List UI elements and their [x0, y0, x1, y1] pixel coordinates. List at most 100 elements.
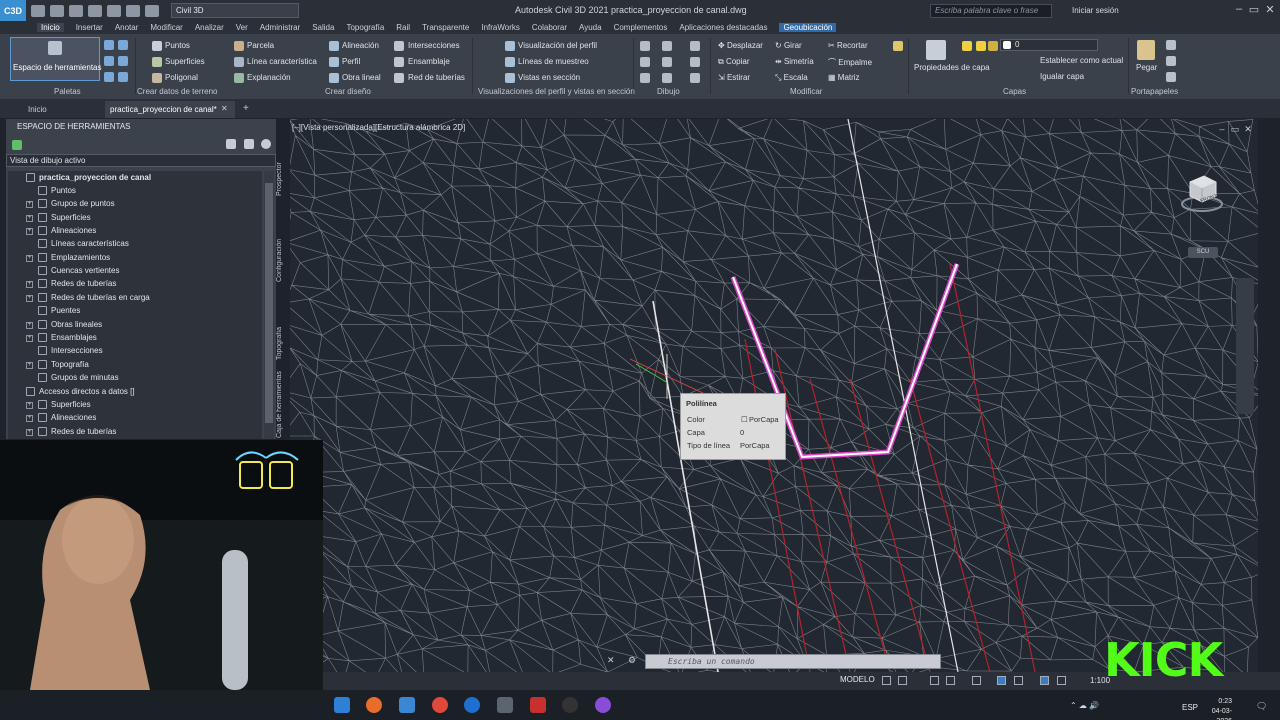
move-button[interactable]: ✥ Desplazar [718, 41, 763, 50]
app-icon[interactable] [497, 697, 513, 713]
tab-rail[interactable]: Rail [396, 23, 410, 32]
array-button[interactable]: ▦ Matriz [828, 73, 860, 82]
tab-inicio[interactable]: Inicio [37, 23, 64, 32]
tree-expand-icon[interactable]: + [26, 428, 33, 436]
intersections-button[interactable]: Intersecciones [408, 41, 460, 50]
mirror-button[interactable]: ⇹ Simetría [775, 57, 814, 66]
tree-item[interactable]: Alineaciones [38, 413, 96, 423]
tree-item[interactable]: Topografía [38, 359, 89, 369]
panel-modify[interactable]: Modificar [790, 87, 822, 96]
app-logo-icon[interactable]: C3D [0, 0, 26, 21]
tree-item[interactable]: Puntos [38, 186, 76, 195]
palette-icon[interactable] [118, 40, 128, 50]
tab-geoubicacion[interactable]: Geoubicación [779, 23, 837, 32]
palette-icon[interactable] [104, 40, 114, 50]
workspace-selector[interactable]: Civil 3D [171, 3, 299, 18]
corridor-button[interactable]: Obra lineal [342, 73, 381, 82]
tree-item[interactable]: Redes de tuberías en carga [38, 292, 150, 302]
ellipse-icon[interactable] [662, 73, 672, 83]
tab-transparente[interactable]: Transparente [422, 23, 469, 32]
edge-icon[interactable] [464, 697, 480, 713]
tab-topografia[interactable]: Topografía [346, 23, 384, 32]
new-file-icon[interactable] [31, 4, 45, 17]
feature-line-button[interactable]: Línea característica [247, 57, 317, 66]
tree-expand-icon[interactable]: + [26, 334, 33, 342]
maximize-icon[interactable]: ▭ [1247, 3, 1261, 17]
osnap-icon[interactable] [972, 676, 981, 685]
polyline-icon[interactable] [640, 57, 650, 67]
sun-icon[interactable] [976, 41, 986, 51]
draw-tool-icon[interactable] [690, 41, 700, 51]
tree-item[interactable]: Superficies [38, 400, 91, 409]
undo-icon[interactable] [126, 4, 140, 17]
customize-icon[interactable]: ⚙ [628, 655, 636, 666]
traverse-button[interactable]: Poligonal [165, 73, 198, 82]
toolspace-icon[interactable] [12, 140, 22, 150]
open-file-icon[interactable] [50, 4, 64, 17]
cut-icon[interactable] [1166, 40, 1176, 50]
snap-icon[interactable] [898, 676, 907, 685]
tab-complementos[interactable]: Complementos [614, 23, 668, 32]
tree-item[interactable]: Grupos de minutas [38, 372, 119, 382]
tab-analizar[interactable]: Analizar [195, 23, 224, 32]
tab-ayuda[interactable]: Ayuda [579, 23, 602, 32]
new-tab-icon[interactable]: + [243, 103, 249, 114]
tree-expand-icon[interactable]: + [26, 214, 33, 222]
save-as-icon[interactable] [88, 4, 102, 17]
paste-button[interactable]: Pegar [1136, 63, 1157, 72]
ucs-dropdown[interactable]: SCU [1188, 247, 1218, 258]
signin-button[interactable]: Iniciar sesión [1072, 6, 1119, 15]
start-icon[interactable] [334, 697, 350, 713]
language-indicator[interactable]: ESP [1182, 703, 1198, 712]
tree-item[interactable]: Redes de tuberías [38, 279, 116, 289]
search-input[interactable]: Escriba palabra clave o frase [930, 4, 1052, 18]
tree-expand-icon[interactable]: + [26, 201, 33, 209]
section-views-button[interactable]: Vistas en sección [518, 73, 580, 82]
tab-salida[interactable]: Salida [312, 23, 334, 32]
points-button[interactable]: Puntos [165, 41, 190, 50]
tab-modificar[interactable]: Modificar [150, 23, 182, 32]
ortho-icon[interactable] [930, 676, 939, 685]
tab-colaborar[interactable]: Colaborar [532, 23, 567, 32]
hatch-icon[interactable] [640, 73, 650, 83]
navigation-bar[interactable] [1236, 278, 1254, 414]
panel-draw[interactable]: Dibujo [657, 87, 680, 96]
viewport-close-icon[interactable]: ✕ [1241, 124, 1255, 138]
panel-design[interactable]: Crear diseño [325, 87, 371, 96]
tab-infraworks[interactable]: InfraWorks [481, 23, 520, 32]
tab-configuracion[interactable]: Configuración [276, 230, 288, 282]
tab-ver[interactable]: Ver [236, 23, 248, 32]
mail-icon[interactable] [399, 697, 415, 713]
close-tab-icon[interactable]: ✕ [221, 104, 228, 113]
rectangle-icon[interactable] [690, 57, 700, 67]
grading-button[interactable]: Explanación [247, 73, 291, 82]
trim-button[interactable]: ✂ Recortar [828, 41, 868, 50]
panel-layers[interactable]: Capas [1003, 87, 1026, 96]
copy-clip-icon[interactable] [1166, 56, 1176, 66]
redo-icon[interactable] [145, 4, 159, 17]
transparency-icon[interactable] [1014, 676, 1023, 685]
tree-item[interactable]: Obras lineales [38, 319, 102, 329]
match-layer-button[interactable]: Igualar capa [1040, 72, 1084, 81]
profile-button[interactable]: Perfil [342, 57, 360, 66]
viewport-restore-icon[interactable]: ▭ [1228, 124, 1242, 138]
workspace-switch-icon[interactable] [1057, 676, 1066, 685]
panel-profile[interactable]: Visualizaciones del perfil y vistas en s… [478, 87, 635, 96]
set-current-button[interactable]: Establecer como actual [1040, 56, 1123, 65]
tree-expand-icon[interactable]: + [26, 321, 33, 329]
layer-dropdown[interactable]: 0 [1000, 39, 1098, 51]
parcel-button[interactable]: Parcela [247, 41, 274, 50]
tree-expand-icon[interactable]: + [26, 254, 33, 262]
tab-anotar[interactable]: Anotar [115, 23, 139, 32]
profile-view-button[interactable]: Visualización del perfil [518, 41, 597, 50]
minimize-icon[interactable]: – [1232, 3, 1246, 17]
clock[interactable]: 0:23 04-03-2026 [1200, 697, 1232, 720]
tree-root-drawing[interactable]: practica_proyeccion de canal [26, 173, 151, 182]
tree-item[interactable]: Redes de tuberías [38, 426, 116, 436]
tree-expand-icon[interactable]: + [26, 402, 33, 409]
layer-properties-button[interactable]: Propiedades de capa [914, 63, 990, 72]
assembly-button[interactable]: Ensamblaje [408, 57, 450, 66]
tree-expand-icon[interactable]: + [26, 361, 33, 369]
annotation-icon[interactable] [1040, 676, 1049, 685]
tab-aplicaciones[interactable]: Aplicaciones destacadas [679, 23, 767, 32]
